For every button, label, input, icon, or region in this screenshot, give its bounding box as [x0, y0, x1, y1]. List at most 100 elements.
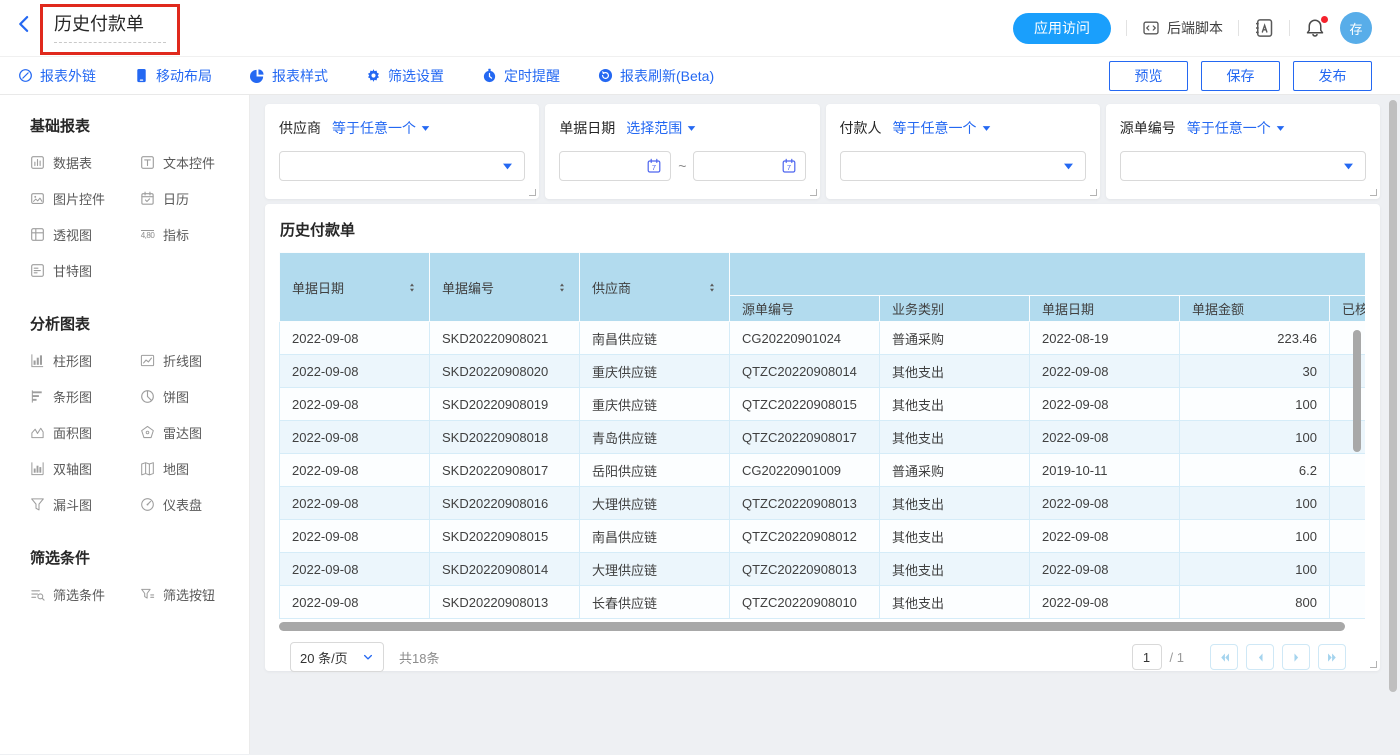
sort-icon[interactable]: [407, 282, 417, 293]
filter-card-date[interactable]: 单据日期 选择范围 7 ~ 7: [545, 104, 819, 199]
sidebar-item-column-chart[interactable]: 柱形图: [30, 351, 140, 370]
table-cell: QTZC20220908013: [730, 487, 880, 520]
page-number-input[interactable]: [1132, 644, 1162, 670]
toolbar-actions: 预览 保存 发布: [1109, 61, 1372, 91]
column-header-doc-no[interactable]: 单据编号: [430, 253, 580, 322]
sidebar-item-map[interactable]: 地图: [140, 459, 235, 478]
prev-page-button[interactable]: [1246, 644, 1274, 670]
table-cell: 2022-09-08: [1030, 355, 1180, 388]
resize-handle[interactable]: [529, 189, 536, 196]
payer-select[interactable]: [840, 151, 1086, 181]
toolbar-item-label: 定时提醒: [504, 66, 560, 86]
toolbar-links: 报表外链 移动布局 报表样式 筛选设置 定时提醒 报表刷新(Beta): [18, 66, 714, 86]
filter-condition-label: 等于任意一个: [1187, 118, 1271, 138]
table-horizontal-scrollbar[interactable]: [279, 622, 1345, 631]
toolbar-item-report-style[interactable]: 报表样式: [250, 66, 328, 86]
address-book-icon[interactable]: [1254, 18, 1274, 38]
toolbar-item-label: 报表刷新(Beta): [620, 66, 714, 86]
sidebar-item-radar-chart[interactable]: 雷达图: [140, 423, 235, 442]
filter-condition-dropdown[interactable]: 等于任意一个: [332, 118, 431, 138]
column-header-supplier[interactable]: 供应商: [580, 253, 730, 322]
page-title[interactable]: 历史付款单: [54, 14, 166, 34]
sidebar-item-bar-chart[interactable]: 条形图: [30, 387, 140, 406]
toolbar-item-filter-settings[interactable]: 筛选设置: [366, 66, 444, 86]
toolbar-item-report-link[interactable]: 报表外链: [18, 66, 96, 86]
preview-button[interactable]: 预览: [1109, 61, 1188, 91]
sidebar-item-label: 文本控件: [163, 153, 215, 172]
code-icon: [1142, 19, 1160, 37]
avatar[interactable]: 存: [1340, 12, 1372, 44]
calendar-input-icon: 7: [781, 158, 797, 174]
sidebar-item-line-chart[interactable]: 折线图: [140, 351, 235, 370]
sidebar-item-filter-condition[interactable]: 筛选条件: [30, 585, 140, 604]
sidebar-item-pivot[interactable]: 透视图: [30, 225, 140, 244]
filter-condition-dropdown[interactable]: 等于任意一个: [893, 118, 992, 138]
date-to-input[interactable]: 7: [693, 151, 805, 181]
notification-bell-button[interactable]: [1305, 18, 1325, 38]
back-button[interactable]: [14, 14, 34, 34]
filter-label: 单据日期: [559, 118, 615, 138]
sidebar-item-label: 甘特图: [53, 261, 92, 280]
resize-handle[interactable]: [810, 189, 817, 196]
table-cell: CG20220901009: [730, 454, 880, 487]
sidebar-item-filter-button[interactable]: 筛选按钮: [140, 585, 235, 604]
table-cell: 100: [1180, 421, 1330, 454]
phone-icon: [134, 68, 149, 83]
filter-condition-label: 等于任意一个: [332, 118, 416, 138]
column-header-label: 单据日期: [292, 278, 344, 297]
sidebar-item-metric[interactable]: 4,80 指标: [140, 225, 235, 244]
table-cell: [1330, 586, 1366, 619]
resize-handle[interactable]: [1090, 189, 1097, 196]
app-access-button[interactable]: 应用访问: [1013, 13, 1111, 44]
sidebar-item-area-chart[interactable]: 面积图: [30, 423, 140, 442]
sidebar-item-funnel-chart[interactable]: 漏斗图: [30, 495, 140, 514]
sidebar-item-dual-axis-chart[interactable]: 双轴图: [30, 459, 140, 478]
toolbar-item-report-refresh[interactable]: 报表刷新(Beta): [598, 66, 714, 86]
sidebar-item-calendar[interactable]: 日历: [140, 189, 235, 208]
filter-condition-dropdown[interactable]: 等于任意一个: [1187, 118, 1286, 138]
sidebar-item-image-widget[interactable]: 图片控件: [30, 189, 140, 208]
sidebar-item-pie-chart[interactable]: 饼图: [140, 387, 235, 406]
table-widget[interactable]: 历史付款单 单据日期: [265, 204, 1380, 671]
page-scrollbar[interactable]: [1389, 100, 1397, 692]
resize-handle[interactable]: [1370, 189, 1377, 196]
first-page-button[interactable]: [1210, 644, 1238, 670]
sidebar-item-gantt[interactable]: 甘特图: [30, 261, 140, 280]
resize-handle[interactable]: [1370, 661, 1377, 668]
sort-icon[interactable]: [707, 282, 717, 293]
sidebar-item-text-widget[interactable]: 文本控件: [140, 153, 235, 172]
date-from-input[interactable]: 7: [559, 151, 671, 181]
svg-text:7: 7: [652, 163, 656, 172]
table-cell: 100: [1180, 487, 1330, 520]
filter-condition-dropdown[interactable]: 选择范围: [626, 118, 697, 138]
filter-card-payer[interactable]: 付款人 等于任意一个: [826, 104, 1100, 199]
last-page-button[interactable]: [1318, 644, 1346, 670]
save-button[interactable]: 保存: [1201, 61, 1280, 91]
sidebar-item-datasheet[interactable]: 数据表: [30, 153, 140, 172]
filter-card-supplier[interactable]: 供应商 等于任意一个: [265, 104, 539, 199]
sort-icon[interactable]: [557, 282, 567, 293]
filter-card-source-no[interactable]: 源单编号 等于任意一个: [1106, 104, 1380, 199]
page-size-select[interactable]: 20 条/页: [290, 642, 384, 672]
publish-button[interactable]: 发布: [1293, 61, 1372, 91]
table-cell: 2022-09-08: [1030, 553, 1180, 586]
next-page-button[interactable]: [1282, 644, 1310, 670]
backend-script-button[interactable]: 后端脚本: [1142, 18, 1223, 38]
toolbar-item-scheduled-reminder[interactable]: 定时提醒: [482, 66, 560, 86]
supplier-select[interactable]: [279, 151, 525, 181]
table-cell: SKD20220908018: [430, 421, 580, 454]
table-cell: 2022-09-08: [280, 586, 430, 619]
sidebar-section-basic-reports: 基础报表 数据表 文本控件 图片控件 日历: [30, 115, 235, 280]
divider: [1289, 20, 1290, 36]
caret-down-icon: [501, 160, 514, 173]
action-toolbar: 报表外链 移动布局 报表样式 筛选设置 定时提醒 报表刷新(Beta) 预览 保…: [0, 57, 1400, 95]
filter-button-icon: [140, 587, 155, 602]
column-header-doc-date[interactable]: 单据日期: [280, 253, 430, 322]
section-title: 筛选条件: [30, 547, 235, 568]
toolbar-item-mobile-layout[interactable]: 移动布局: [134, 66, 212, 86]
source-no-select[interactable]: [1120, 151, 1366, 181]
table-cell: SKD20220908016: [430, 487, 580, 520]
table-vertical-scrollbar[interactable]: [1353, 330, 1361, 452]
table-cell: 2022-09-08: [1030, 388, 1180, 421]
sidebar-item-gauge[interactable]: 仪表盘: [140, 495, 235, 514]
